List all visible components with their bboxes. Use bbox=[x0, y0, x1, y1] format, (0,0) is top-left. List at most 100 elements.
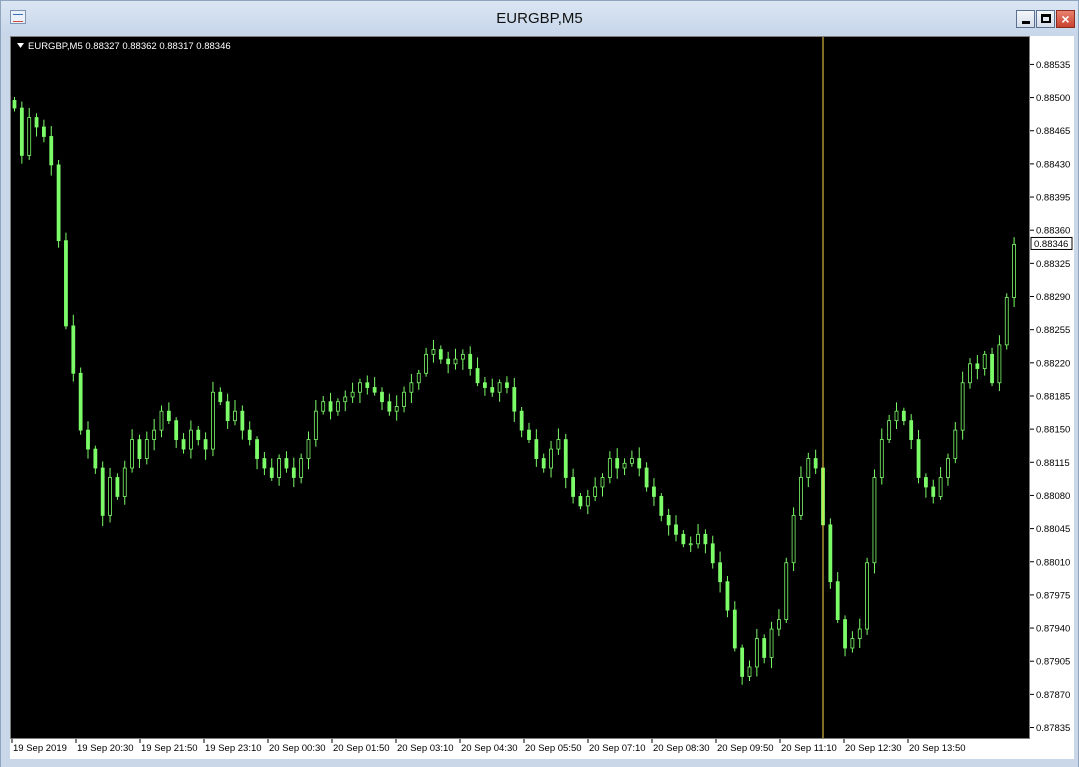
candle-body bbox=[865, 562, 869, 630]
candle-body bbox=[350, 391, 355, 398]
candle-body bbox=[1012, 244, 1016, 298]
price-tick-label: 0.88290 bbox=[1036, 292, 1070, 303]
candle-body bbox=[152, 429, 157, 441]
candle-body bbox=[130, 439, 134, 469]
candle-body bbox=[78, 372, 83, 431]
candle-body bbox=[490, 387, 495, 393]
candle-body bbox=[453, 358, 458, 365]
maximize-icon bbox=[1041, 14, 1051, 23]
chart-window: EURGBP,M5 × EURGBP,M5 0.88327 0.88362 0.… bbox=[0, 0, 1079, 767]
candle-body bbox=[19, 107, 24, 156]
candle-body bbox=[674, 524, 678, 535]
candle-body bbox=[968, 363, 972, 384]
candle-body bbox=[122, 467, 127, 497]
candle-body bbox=[335, 401, 340, 412]
chart-info-line: EURGBP,M5 0.88327 0.88362 0.88317 0.8834… bbox=[28, 41, 231, 52]
candle-body bbox=[468, 353, 473, 369]
candle-body bbox=[534, 439, 539, 459]
candle-body bbox=[622, 462, 627, 469]
candle-body bbox=[284, 458, 289, 469]
candle-body bbox=[982, 353, 987, 369]
candle-body bbox=[696, 533, 700, 545]
candle-body bbox=[688, 543, 693, 546]
candle-body bbox=[585, 496, 590, 507]
minimize-button[interactable] bbox=[1016, 10, 1035, 28]
candle-body bbox=[402, 391, 406, 407]
candle-body bbox=[990, 353, 994, 384]
time-tick-label: 20 Sep 12:30 bbox=[845, 743, 902, 754]
candle-body bbox=[446, 358, 451, 365]
price-tick-label: 0.88325 bbox=[1036, 259, 1070, 270]
candle-body bbox=[571, 477, 575, 497]
candle-body bbox=[953, 429, 958, 459]
candle-body bbox=[747, 666, 752, 677]
candle-body bbox=[409, 382, 414, 393]
candle-body bbox=[725, 581, 730, 611]
price-tick-label: 0.87870 bbox=[1036, 690, 1070, 701]
price-tick-label: 0.88430 bbox=[1036, 159, 1070, 170]
price-tick-label: 0.88185 bbox=[1036, 391, 1070, 402]
candle-body bbox=[909, 420, 914, 441]
candle-body bbox=[710, 543, 715, 564]
time-tick-label: 20 Sep 05:50 bbox=[525, 743, 582, 754]
current-price-label: 0.88346 bbox=[1034, 239, 1068, 250]
candle-body bbox=[799, 477, 803, 516]
window-title: EURGBP,M5 bbox=[496, 10, 583, 27]
candle-body bbox=[835, 581, 840, 620]
candle-body bbox=[916, 439, 921, 478]
price-tick-label: 0.88395 bbox=[1036, 193, 1070, 204]
candle-body bbox=[659, 496, 664, 516]
candle-body bbox=[358, 382, 362, 393]
candle-body bbox=[431, 349, 436, 355]
candle-body bbox=[894, 410, 899, 422]
candle-body bbox=[475, 368, 480, 384]
candle-body bbox=[813, 458, 818, 469]
candle-body bbox=[299, 458, 304, 478]
candle-body bbox=[843, 619, 847, 649]
candle-body bbox=[563, 439, 568, 478]
time-tick-label: 20 Sep 08:30 bbox=[653, 743, 710, 754]
candle-body bbox=[732, 609, 737, 649]
time-axis-scale: 19 Sep 2019 19 Sep 20:30 19 Sep 21:50 19 Se… bbox=[11, 739, 966, 754]
price-tick-label: 0.88465 bbox=[1036, 126, 1070, 137]
candle-body bbox=[615, 458, 620, 469]
candle-body bbox=[166, 410, 171, 422]
candle-body bbox=[549, 448, 553, 469]
candle-body bbox=[211, 391, 215, 450]
price-axis[interactable]: 0.88535 0.88500 0.88465 0.88430 0.88395 0.883… bbox=[1030, 36, 1074, 739]
maximize-button[interactable] bbox=[1036, 10, 1055, 28]
price-axis-scale: 0.88535 0.88500 0.88465 0.88430 0.88395 0.883… bbox=[1030, 60, 1073, 734]
candle-body bbox=[997, 344, 1002, 384]
price-chart[interactable]: EURGBP,M5 0.88327 0.88362 0.88317 0.8834… bbox=[10, 36, 1030, 739]
candle-body bbox=[188, 429, 193, 450]
candle-body bbox=[652, 486, 656, 497]
candle-body bbox=[269, 467, 274, 478]
candle-body bbox=[313, 410, 318, 441]
time-axis[interactable]: 19 Sep 2019 19 Sep 20:30 19 Sep 21:50 19 Se… bbox=[10, 739, 1074, 759]
candlestick-plot[interactable]: EURGBP,M5 0.88327 0.88362 0.88317 0.8834… bbox=[11, 37, 1029, 738]
chart-menu-triangle-icon[interactable] bbox=[17, 43, 24, 48]
candle-body bbox=[527, 429, 531, 441]
candle-body bbox=[255, 439, 259, 459]
candle-body bbox=[666, 514, 671, 526]
candle-body bbox=[203, 439, 208, 450]
candle-body bbox=[438, 349, 443, 360]
candle-body bbox=[247, 429, 252, 441]
candle-body bbox=[975, 363, 980, 369]
candle-body bbox=[159, 410, 164, 431]
price-tick-label: 0.87940 bbox=[1036, 624, 1070, 635]
candle-body bbox=[181, 439, 186, 450]
candle-body bbox=[754, 638, 759, 668]
time-tick-label: 19 Sep 21:50 bbox=[141, 743, 198, 754]
title-bar[interactable]: EURGBP,M5 × bbox=[1, 1, 1078, 35]
candle-body bbox=[946, 458, 950, 478]
price-tick-label: 0.88255 bbox=[1036, 325, 1070, 336]
candle-body bbox=[174, 420, 179, 441]
candle-body bbox=[225, 401, 230, 422]
price-tick-label: 0.87905 bbox=[1036, 657, 1070, 668]
close-button[interactable]: × bbox=[1056, 10, 1075, 28]
candle-body bbox=[931, 486, 936, 497]
candle-body bbox=[806, 458, 811, 478]
time-tick-label: 20 Sep 11:10 bbox=[781, 743, 837, 754]
candle-body bbox=[901, 410, 906, 422]
